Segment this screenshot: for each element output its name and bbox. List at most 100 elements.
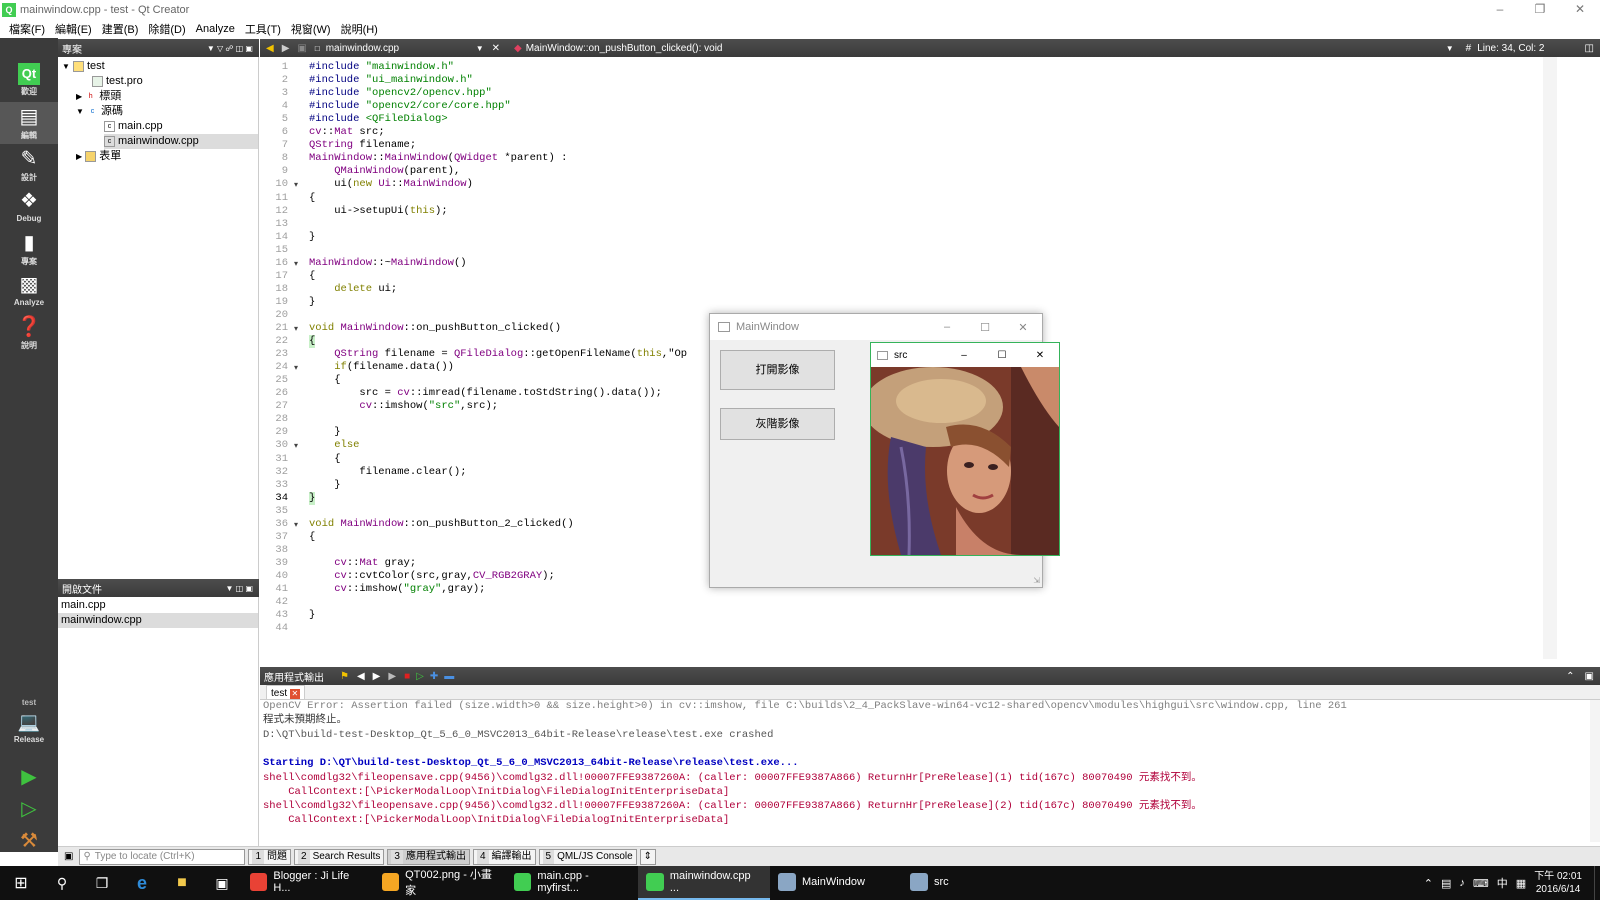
ime-indicator[interactable]: 中: [1497, 875, 1508, 891]
network-icon[interactable]: ▤: [1441, 877, 1451, 890]
windows-start-icon[interactable]: ⊞: [0, 873, 42, 893]
app-close-button[interactable]: ✕: [1004, 321, 1042, 334]
chevron-up-icon[interactable]: ⌃: [1424, 877, 1433, 890]
app-maximize-button[interactable]: ☐: [966, 321, 1004, 334]
tree-item-mainwindow-cpp[interactable]: c mainwindow.cpp: [104, 134, 258, 149]
close-document-icon[interactable]: ✕: [492, 43, 500, 54]
src-close-button[interactable]: ✕: [1021, 350, 1059, 361]
fold-marker-icon[interactable]: ▾: [294, 518, 298, 531]
fold-marker-icon[interactable]: ▾: [294, 257, 298, 270]
mode-welcome[interactable]: Qt 歡迎: [0, 60, 58, 102]
mode-analyze[interactable]: ▩ Analyze: [0, 270, 58, 312]
tree-item-forms[interactable]: ▶ 表單: [76, 149, 258, 164]
fold-marker-icon[interactable]: ▾: [294, 439, 298, 452]
fold-marker-icon[interactable]: ▾: [294, 178, 298, 191]
store-icon[interactable]: ▣: [202, 875, 242, 892]
menu-tools[interactable]: 工具(T): [240, 21, 286, 37]
taskbar-app-item[interactable]: src: [902, 866, 1002, 900]
filter-icon[interactable]: ▼ ▽ ☍ ◫ ▣: [207, 44, 253, 53]
attach-icon[interactable]: ⚑: [340, 671, 349, 682]
taskbar-app-item[interactable]: mainwindow.cpp ...: [638, 866, 770, 900]
fold-marker-icon[interactable]: ▾: [294, 361, 298, 374]
clock[interactable]: 下午 02:01 2016/6/14: [1534, 870, 1582, 896]
build-button[interactable]: ⚒: [0, 826, 58, 854]
menu-help[interactable]: 說明(H): [336, 21, 383, 37]
mode-edit[interactable]: ▤ 編輯: [0, 102, 58, 144]
task-view-icon[interactable]: ❐: [82, 875, 122, 892]
zoom-out-icon[interactable]: ▬: [444, 671, 454, 682]
tree-item-main-cpp[interactable]: c main.cpp: [104, 119, 258, 134]
file-selector[interactable]: mainwindow.cpp: [326, 43, 476, 54]
taskbar-app-item[interactable]: MainWindow: [770, 866, 902, 900]
output-scrollbar[interactable]: [1590, 700, 1600, 842]
file-explorer-icon[interactable]: ■: [162, 874, 202, 892]
symbol-selector[interactable]: MainWindow::on_pushButton_clicked(): voi…: [526, 43, 1446, 54]
rerun-icon[interactable]: ▶: [388, 671, 396, 682]
src-maximize-button[interactable]: ☐: [983, 350, 1021, 361]
toggle-sidebar-icon[interactable]: ▣: [64, 851, 73, 862]
mode-debug[interactable]: ❖ Debug: [0, 186, 58, 228]
mode-projects[interactable]: ▮ 專案: [0, 228, 58, 270]
tree-item-sources[interactable]: ▼ c 源碼: [76, 104, 258, 119]
minimize-button[interactable]: –: [1480, 0, 1520, 20]
menu-debug[interactable]: 除錯(D): [143, 21, 190, 37]
open-doc-item[interactable]: main.cpp: [61, 598, 257, 613]
chevron-down-icon[interactable]: ▼: [76, 107, 84, 116]
restore-button[interactable]: ❐: [1520, 0, 1560, 20]
tab-issues[interactable]: 1 問題: [248, 848, 292, 865]
zoom-in-icon[interactable]: ✚: [430, 671, 438, 682]
close-pane-icon[interactable]: ▣: [1585, 671, 1594, 682]
output-tab-test[interactable]: test ✕: [266, 685, 305, 700]
locator-input[interactable]: ⚲ Type to locate (Ctrl+K): [79, 848, 246, 865]
forward-icon[interactable]: ▶: [282, 43, 290, 54]
chevron-right-icon[interactable]: ▶: [76, 152, 82, 161]
menu-edit[interactable]: 編輯(E): [50, 21, 97, 37]
mode-help[interactable]: ❓ 說明: [0, 312, 58, 354]
edge-icon[interactable]: e: [122, 873, 162, 894]
tab-compile-output[interactable]: 4 編譯輸出: [472, 848, 536, 865]
prev-icon[interactable]: ◀: [357, 671, 365, 682]
grayscale-image-button[interactable]: 灰階影像: [720, 408, 835, 440]
close-tab-icon[interactable]: ✕: [289, 689, 300, 699]
app-minimize-button[interactable]: –: [928, 321, 966, 333]
maximize-pane-icon[interactable]: ⌃: [1566, 671, 1574, 682]
tree-item-test[interactable]: ▼ test: [62, 59, 258, 74]
menu-build[interactable]: 建置(B): [97, 21, 144, 37]
taskbar-app-item[interactable]: Blogger : Ji Life H...: [242, 866, 374, 900]
debug-run-button[interactable]: ▷: [0, 794, 58, 826]
cursor-position[interactable]: Line: 34, Col: 2: [1477, 43, 1544, 54]
keyboard-icon[interactable]: ⌨: [1473, 877, 1489, 890]
stop-icon[interactable]: ■: [404, 671, 410, 682]
taskbar-app-item[interactable]: main.cpp - myfirst...: [506, 866, 638, 900]
run-button[interactable]: ▶: [0, 762, 58, 794]
chevron-down-icon[interactable]: ▼: [62, 62, 70, 71]
menu-file[interactable]: 檔案(F): [4, 21, 50, 37]
open-image-button[interactable]: 打開影像: [720, 350, 835, 390]
tree-item-headers[interactable]: ▶ h 標頭: [76, 89, 258, 104]
chevron-down-icon[interactable]: ▼: [476, 44, 484, 53]
split-icon[interactable]: ▼ ◫ ▣: [226, 584, 253, 593]
resize-grip-icon[interactable]: ⇲: [1033, 576, 1040, 585]
chevron-down-icon[interactable]: ▼: [1446, 44, 1454, 53]
menu-window[interactable]: 視窗(W): [286, 21, 336, 37]
kit-selector[interactable]: test 💻 Release: [0, 698, 58, 758]
open-doc-item[interactable]: mainwindow.cpp: [58, 613, 258, 628]
more-tabs-icon[interactable]: ⇕: [639, 848, 657, 865]
fold-marker-icon[interactable]: ▾: [294, 322, 298, 335]
next-icon[interactable]: ▶: [373, 671, 381, 682]
volume-icon[interactable]: ♪: [1459, 877, 1465, 889]
application-output[interactable]: OpenCV Error: Assertion failed (size.wid…: [260, 700, 1590, 842]
debug-attach-icon[interactable]: ▷: [416, 671, 424, 682]
tree-item-test-pro[interactable]: test.pro: [92, 74, 258, 89]
src-minimize-button[interactable]: –: [945, 350, 983, 361]
back-icon[interactable]: ◀: [266, 43, 274, 54]
search-icon[interactable]: ⚲: [42, 875, 82, 892]
split-editor-icon[interactable]: ◫: [1585, 43, 1594, 54]
taskbar-app-item[interactable]: QT002.png - 小畫家: [374, 866, 506, 900]
chevron-right-icon[interactable]: ▶: [76, 92, 82, 101]
editor-scrollbar[interactable]: [1543, 57, 1557, 659]
menu-analyze[interactable]: Analyze: [191, 23, 240, 35]
tab-qml-console[interactable]: 5 QML/JS Console: [538, 848, 637, 865]
show-desktop-button[interactable]: [1594, 866, 1600, 900]
mode-design[interactable]: ✎ 設計: [0, 144, 58, 186]
